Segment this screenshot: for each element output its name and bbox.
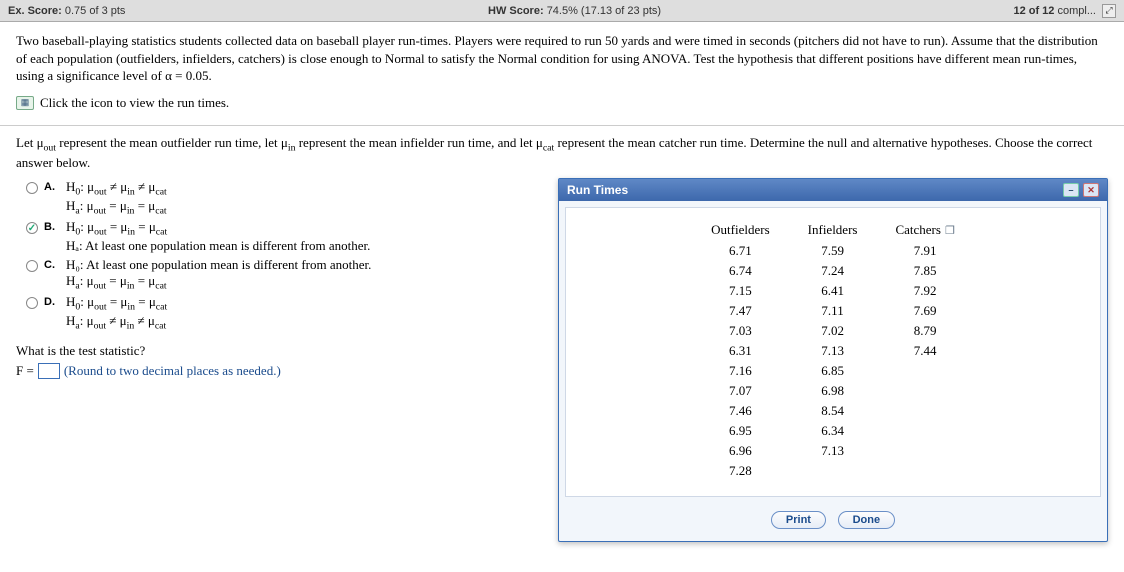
option-a-h0: H0: μout ≠ μin ≠ μcat: [66, 179, 167, 194]
radio-c[interactable]: [26, 260, 38, 272]
table-cell: 7.02: [790, 322, 876, 340]
close-icon[interactable]: ✕: [1083, 183, 1099, 197]
minimize-icon[interactable]: –: [1063, 183, 1079, 197]
option-b-h0: H0: μout = μin = μcat: [66, 219, 167, 234]
table-row: 6.717.597.91: [693, 242, 973, 260]
table-cell: [877, 462, 972, 480]
table-cell: 7.85: [877, 262, 972, 280]
popup-title: Run Times: [567, 183, 628, 197]
hw-score-label: HW Score:: [488, 5, 544, 17]
option-c-ha: Ha: μout = μin = μcat: [66, 273, 167, 288]
divider: [0, 125, 1124, 126]
table-cell: 7.16: [693, 362, 787, 380]
table-row: 7.156.417.92: [693, 282, 973, 300]
table-cell: 6.71: [693, 242, 787, 260]
table-cell: 6.34: [790, 422, 876, 440]
table-cell: 7.03: [693, 322, 787, 340]
table-row: 7.037.028.79: [693, 322, 973, 340]
option-d-ha: Ha: μout ≠ μin ≠ μcat: [66, 313, 166, 328]
score-bar: Ex. Score: 0.75 of 3 pts HW Score: 74.5%…: [0, 0, 1124, 22]
run-times-table: Outfielders Infielders Catchers❐ 6.717.5…: [691, 218, 975, 482]
view-data-link[interactable]: Click the icon to view the run times.: [40, 95, 229, 111]
table-cell: 6.85: [790, 362, 876, 380]
option-d-h0: H0: μout = μin = μcat: [66, 294, 167, 309]
col-outfielders: Outfielders: [693, 220, 787, 240]
table-cell: 6.96: [693, 442, 787, 460]
table-cell: 7.46: [693, 402, 787, 420]
table-cell: 7.69: [877, 302, 972, 320]
table-row: 7.076.98: [693, 382, 973, 400]
table-cell: 6.31: [693, 342, 787, 360]
table-cell: 6.95: [693, 422, 787, 440]
table-cell: 7.28: [693, 462, 787, 480]
table-row: 6.317.137.44: [693, 342, 973, 360]
table-row: 6.956.34: [693, 422, 973, 440]
radio-a[interactable]: [26, 182, 38, 194]
print-button[interactable]: Print: [771, 511, 826, 529]
table-cell: 7.07: [693, 382, 787, 400]
ex-score-value: 0.75 of 3 pts: [65, 5, 126, 17]
table-cell: 7.44: [877, 342, 972, 360]
progress-suffix: compl...: [1054, 5, 1096, 17]
table-cell: 8.79: [877, 322, 972, 340]
radio-b[interactable]: [26, 222, 38, 234]
table-cell: 6.98: [790, 382, 876, 400]
question-body: Two baseball-playing statistics students…: [16, 32, 1108, 85]
table-cell: 6.74: [693, 262, 787, 280]
table-row: 7.166.85: [693, 362, 973, 380]
table-cell: 6.41: [790, 282, 876, 300]
table-row: 7.477.117.69: [693, 302, 973, 320]
table-cell: [877, 442, 972, 460]
table-row: 6.967.13: [693, 442, 973, 460]
ex-score-label: Ex. Score:: [8, 5, 62, 17]
table-cell: 7.91: [877, 242, 972, 260]
expand-icon[interactable]: ⤢: [1102, 4, 1116, 18]
radio-d[interactable]: [26, 297, 38, 309]
table-row: 7.468.54: [693, 402, 973, 420]
done-button[interactable]: Done: [838, 511, 896, 529]
hw-score-value: 74.5% (17.13 of 23 pts): [547, 5, 661, 17]
col-catchers: Catchers❐: [877, 220, 972, 240]
table-row: 7.28: [693, 462, 973, 480]
progress-count: 12 of 12: [1013, 5, 1054, 17]
table-cell: 7.24: [790, 262, 876, 280]
table-cell: 7.47: [693, 302, 787, 320]
f-statistic-input[interactable]: [38, 363, 60, 379]
table-cell: 8.54: [790, 402, 876, 420]
hypothesis-prompt: Let μout represent the mean outfielder r…: [0, 134, 1124, 172]
popup-titlebar[interactable]: Run Times – ✕: [559, 179, 1107, 201]
option-b-ha: Hₐ: At least one population mean is diff…: [66, 238, 370, 253]
table-cell: 7.13: [790, 342, 876, 360]
table-cell: 7.59: [790, 242, 876, 260]
table-cell: [877, 422, 972, 440]
option-c-h0: H₀: At least one population mean is diff…: [66, 257, 371, 272]
table-cell: 7.11: [790, 302, 876, 320]
option-a-ha: Ha: μout = μin = μcat: [66, 198, 167, 213]
rounding-hint: (Round to two decimal places as needed.): [64, 363, 281, 379]
copy-icon[interactable]: ❐: [941, 225, 955, 237]
table-cell: [877, 382, 972, 400]
table-cell: [877, 362, 972, 380]
table-cell: [790, 462, 876, 480]
data-table-icon[interactable]: ▦: [16, 96, 34, 110]
table-cell: [877, 402, 972, 420]
run-times-popup: Run Times – ✕ Outfielders Infielders Cat…: [558, 178, 1108, 542]
table-cell: 7.15: [693, 282, 787, 300]
table-cell: 7.13: [790, 442, 876, 460]
table-row: 6.747.247.85: [693, 262, 973, 280]
col-infielders: Infielders: [790, 220, 876, 240]
table-cell: 7.92: [877, 282, 972, 300]
f-equals: F =: [16, 363, 34, 379]
